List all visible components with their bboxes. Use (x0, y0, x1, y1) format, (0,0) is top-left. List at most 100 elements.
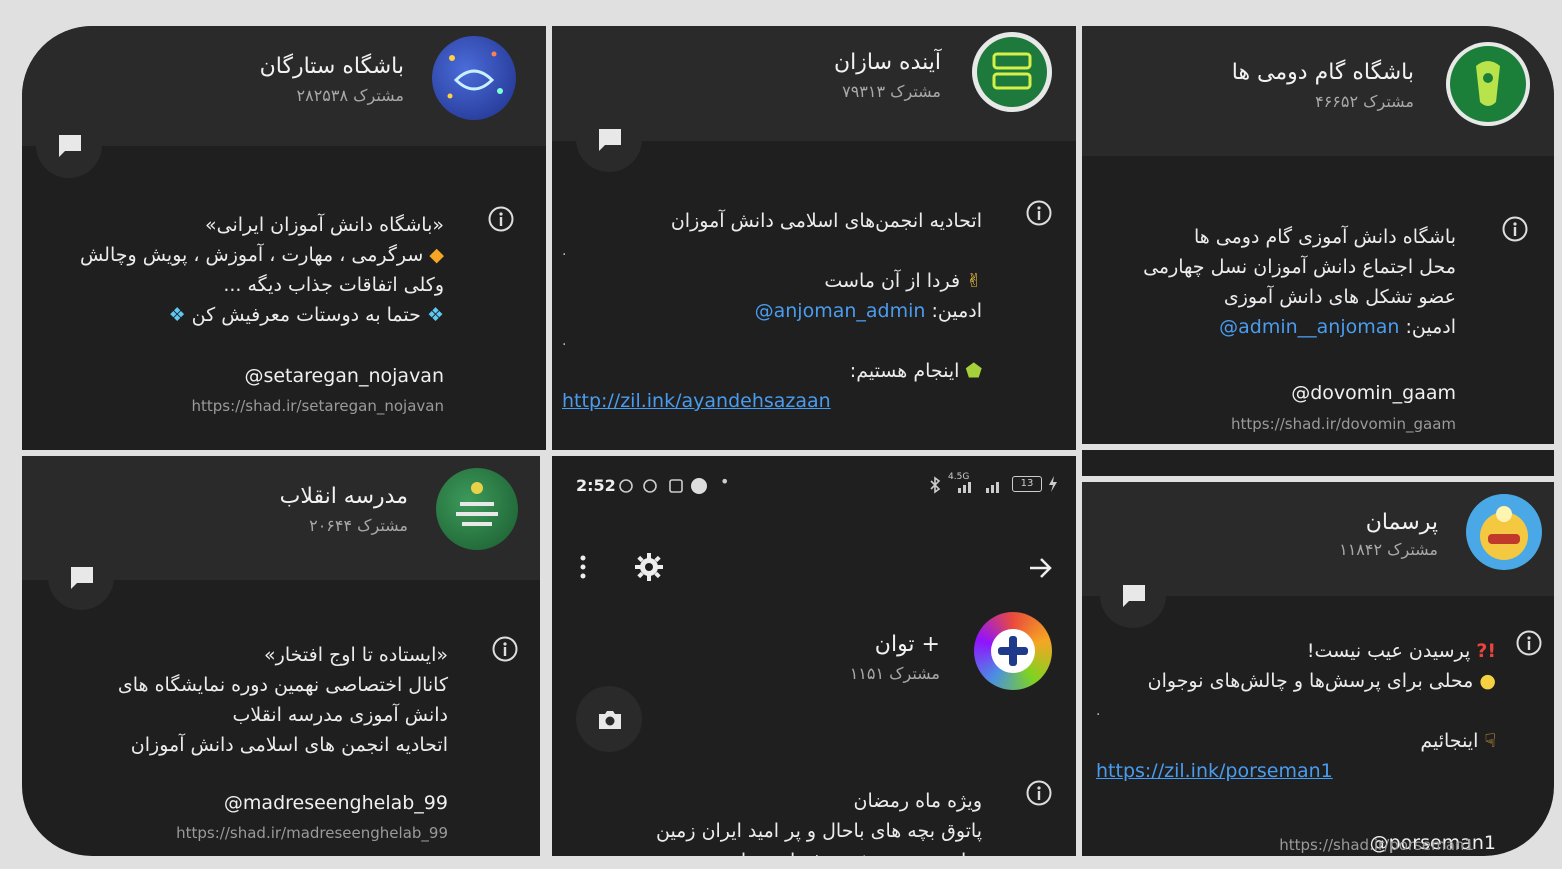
subscriber-count: ۴۶۶۵۲ مشترک (1315, 92, 1414, 111)
info-icon[interactable] (488, 206, 514, 232)
message-button[interactable] (576, 106, 642, 172)
lightbulb-icon: ● (1479, 670, 1496, 692)
channel-card-tavan: 2:52 • 4.5G 13 توان + ۱۱۵۱ مشترک ویژه ما… (552, 456, 1076, 856)
subscriber-count: ۲۰۶۴۴ مشترک (309, 516, 408, 535)
desc-line: وکلی اتفاقات جذاب دیگه ... (223, 274, 444, 296)
zil-link[interactable]: http://zil.ink/ayandehsazaan (562, 390, 831, 412)
desc-line: «ایستاده تا اوج افتخار» (264, 644, 448, 666)
desc-line: باشگاه دانش آموزی گام دومی ها (1193, 226, 1456, 248)
admin-handle-link[interactable]: @admin__anjoman (1219, 316, 1399, 338)
desc-line: !? پرسیدن عیب نیست! (1096, 636, 1496, 666)
info-icon[interactable] (1026, 200, 1052, 226)
channel-title: آینده سازان (834, 50, 941, 75)
settings-gear-icon[interactable] (634, 552, 664, 582)
gaam-logo-icon (1476, 61, 1500, 106)
channel-avatar[interactable] (1446, 42, 1530, 126)
channel-avatar[interactable] (1466, 494, 1542, 570)
desc-line: ● محلی برای پرسش‌ها و چالش‌های نوجوان (1096, 666, 1496, 696)
channel-avatar[interactable] (972, 32, 1052, 112)
tavan-logo-icon (991, 629, 1035, 673)
message-icon (59, 135, 81, 157)
desc-line: ✌ فردا از آن ماست (562, 266, 982, 296)
channel-avatar[interactable] (974, 612, 1052, 690)
desc-line: اتحادیه انجمن های اسلامی دانش آموزان (130, 734, 448, 756)
arrow-right-icon[interactable] (1028, 556, 1054, 580)
channel-description: «باشگاه دانش آموزان ایرانی» ◆ سرگرمی ، م… (24, 210, 444, 330)
channel-title: توان + (874, 632, 940, 657)
channel-handle[interactable]: @madreseenghelab_99 (224, 792, 448, 814)
link-line: https://zil.ink/porseman1 (1096, 756, 1496, 786)
admin-line: ادمین: @anjoman_admin (754, 300, 982, 322)
enghelab-logo-icon (456, 482, 498, 526)
camera-button[interactable] (576, 686, 642, 752)
desc-line: ❖ حتما به دوستات معرفیش کن ❖ (24, 300, 444, 330)
channel-description: !? پرسیدن عیب نیست! ● محلی برای پرسش‌ها … (1096, 636, 1496, 786)
channel-title: پرسمان (1365, 510, 1438, 535)
desc-line: اتحادیه انجمن‌های اسلامی دانش آموزان (670, 210, 982, 232)
channel-description: ویژه ماه رمضان پاتوق بچه های باحال و پر … (562, 786, 982, 856)
alarm-icon (619, 479, 683, 493)
info-icon[interactable] (492, 636, 518, 662)
separator-dot: . (562, 243, 567, 259)
channel-card-dovomi: باشگاه گام دومی ها ۴۶۶۵۲ مشترک باشگاه دا… (1082, 26, 1554, 444)
channel-url[interactable]: https://shad.ir/porseman1 (1279, 836, 1474, 854)
channel-avatar[interactable] (436, 468, 518, 550)
camera-icon (599, 711, 621, 729)
message-icon (71, 567, 93, 589)
message-button[interactable] (36, 112, 102, 178)
subscriber-count: ۲۸۲۵۳۸ مشترک (296, 86, 404, 105)
pointing-down-icon: ☟ (1484, 730, 1496, 752)
channel-avatar[interactable] (432, 36, 516, 120)
ayandeh-logo-icon (992, 52, 1032, 90)
subscriber-count: ۷۹۳۱۳ مشترک (842, 82, 941, 101)
victory-hand-icon: ✌ (966, 270, 982, 292)
channel-title: باشگاه ستارگان (259, 54, 404, 79)
signal-icon (958, 482, 999, 493)
notification-badge-icon (691, 478, 707, 494)
channel-handle[interactable]: @dovomin_gaam (1291, 382, 1456, 404)
channel-card-ayandeh: آینده سازان ۷۹۳۱۳ مشترک اتحادیه انجمن‌ها… (552, 26, 1076, 450)
channel-title: باشگاه گام دومی ها (1231, 60, 1414, 85)
desc-line: ☟ اینجائیم (1096, 726, 1496, 756)
porseman-logo-icon (1480, 506, 1528, 560)
message-button[interactable] (48, 544, 114, 610)
desc-line: ◆ سرگرمی ، مهارت ، آموزش ، پویش وچالش (24, 240, 444, 270)
zil-link[interactable]: https://zil.ink/porseman1 (1096, 760, 1333, 782)
bluetooth-icon (930, 476, 941, 494)
desc-line: «باشگاه دانش آموزان ایرانی» (205, 214, 444, 236)
channel-url[interactable]: https://shad.ir/setaregan_nojavan (192, 397, 444, 415)
desc-line: دانش آموزی مدرسه انقلاب (232, 704, 448, 726)
channel-url[interactable]: https://shad.ir/dovomin_gaam (1231, 415, 1456, 433)
link-line: http://zil.ink/ayandehsazaan (562, 386, 982, 416)
channel-description: اتحادیه انجمن‌های اسلامی دانش آموزان . ✌… (562, 206, 982, 416)
message-icon (599, 129, 621, 151)
more-vert-icon[interactable] (578, 554, 588, 580)
channel-description: «ایستاده تا اوج افتخار» کانال اختصاصی نه… (28, 640, 448, 760)
desc-line: عضو تشکل های دانش آموزی (1223, 286, 1456, 308)
status-time: 2:52 (576, 476, 616, 495)
info-icon[interactable] (1026, 780, 1052, 806)
empty-strip (1082, 450, 1554, 476)
channel-handle[interactable]: @setaregan_nojavan (244, 365, 444, 387)
desc-line: ⬟ اینجام هستیم: (562, 356, 982, 386)
star-logo-icon (447, 51, 503, 99)
message-button[interactable] (1100, 562, 1166, 628)
desc-line: ویژه ماه رمضان (853, 790, 982, 812)
info-icon[interactable] (1502, 216, 1528, 242)
charging-icon (1049, 476, 1057, 492)
desc-line: برای حضور مؤثر در فضای مجازی (562, 846, 982, 856)
channel-url[interactable]: https://shad.ir/madreseenghelab_99 (176, 824, 448, 842)
desc-line: محل اجتماع دانش آموزان نسل چهارمی (1143, 256, 1456, 278)
channel-description: باشگاه دانش آموزی گام دومی ها محل اجتماع… (1086, 222, 1456, 342)
beginner-badge-icon: ⬟ (965, 360, 982, 382)
separator-dot: . (562, 333, 567, 349)
desc-line: پاتوق بچه های باحال و پر امید ایران زمین (655, 820, 982, 842)
channel-card-enghelab: مدرسه انقلاب ۲۰۶۴۴ مشترک «ایستاده تا اوج… (22, 456, 540, 856)
channel-title: مدرسه انقلاب (279, 484, 408, 509)
admin-handle-link[interactable]: @anjoman_admin (755, 300, 926, 322)
subscriber-count: ۱۱۸۴۲ مشترک (1339, 540, 1438, 559)
info-icon[interactable] (1516, 630, 1542, 656)
orange-diamond-icon: ◆ (429, 244, 444, 266)
status-dot: • (720, 472, 730, 491)
exclamation-question-icon: !? (1476, 640, 1496, 662)
